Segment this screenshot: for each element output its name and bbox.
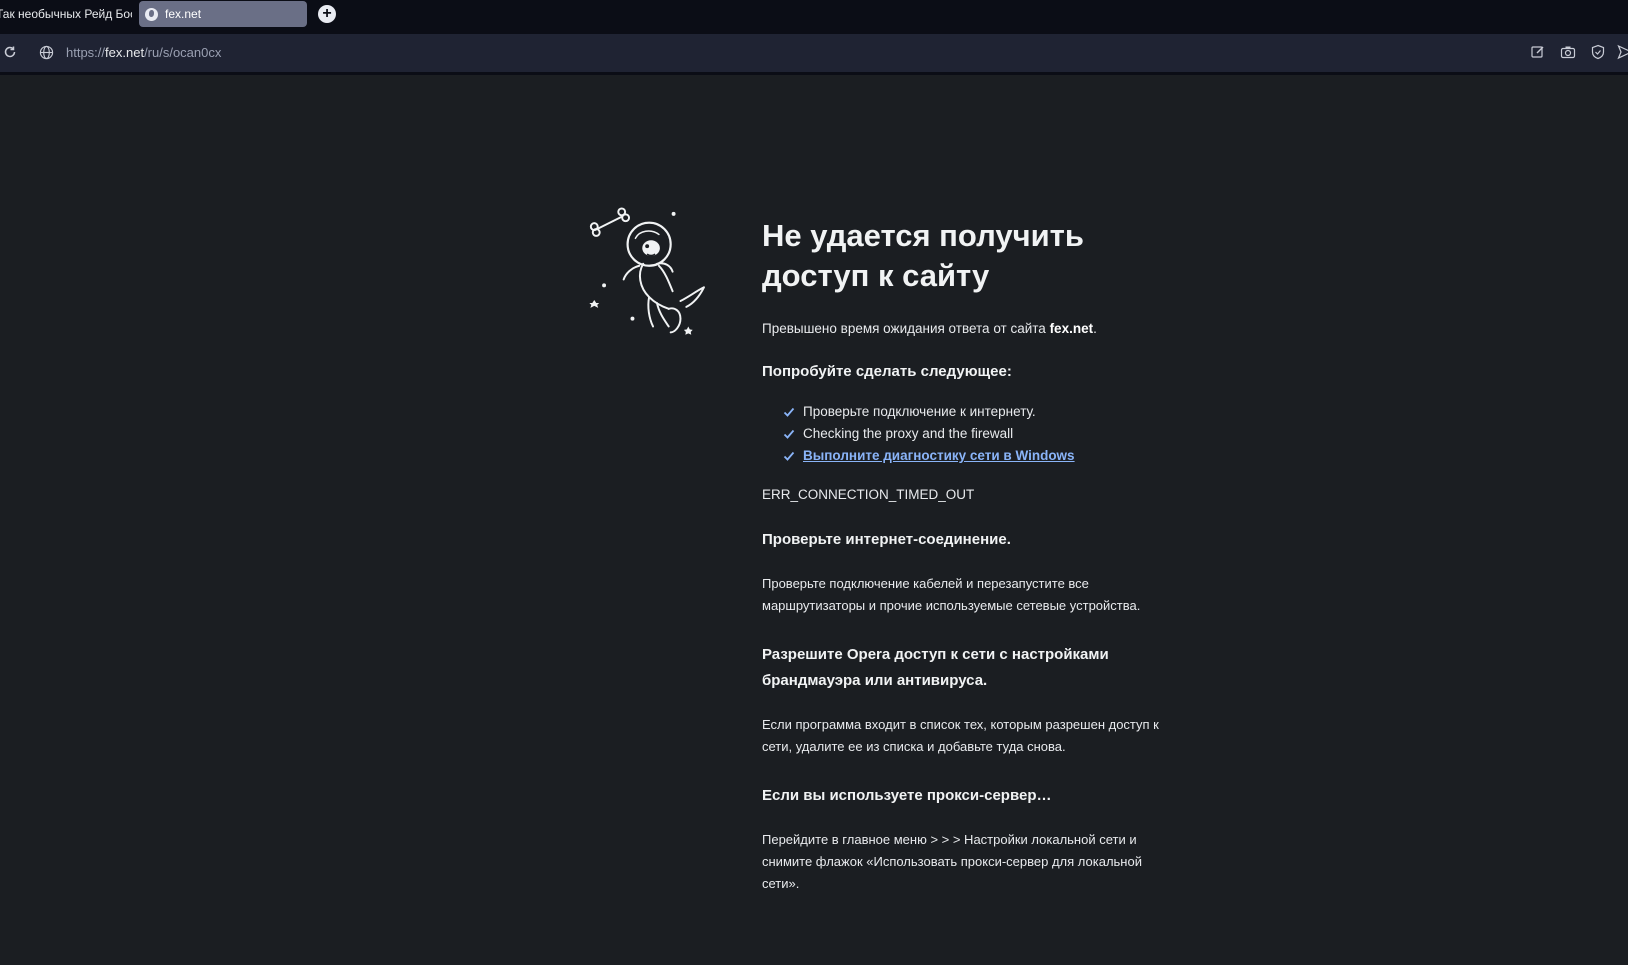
section-body: Перейдите в главное меню > > > Настройки… bbox=[762, 832, 1142, 891]
section-body: Проверьте подключение кабелей и перезапу… bbox=[762, 576, 1141, 613]
url-host: fex.net bbox=[105, 45, 145, 60]
list-item: Проверьте подключение к интернету. bbox=[783, 401, 1182, 423]
tab-label: fex.net bbox=[165, 7, 202, 21]
shield-icon[interactable] bbox=[1590, 44, 1608, 62]
tab-label: Так необычных Рейд Бос bbox=[0, 7, 132, 21]
url-field[interactable]: https://fex.net/ru/s/ocan0cx bbox=[66, 44, 221, 62]
tab-active[interactable]: fex.net bbox=[139, 1, 307, 27]
address-bar: https://fex.net/ru/s/ocan0cx bbox=[0, 34, 1628, 75]
error-summary: Превышено время ожидания ответа от сайта… bbox=[762, 321, 1097, 336]
list-item: Выполните диагностику сети в Windows bbox=[783, 445, 1182, 467]
astronaut-dog-illustration bbox=[589, 207, 705, 335]
error-host: fex.net bbox=[1049, 321, 1094, 336]
tab-strip: Так необычных Рейд Бос fex.net + bbox=[0, 0, 1628, 34]
checkmark-icon bbox=[783, 429, 795, 439]
send-icon[interactable] bbox=[1617, 44, 1628, 62]
url-path: /ru/s/ocan0cx bbox=[144, 45, 222, 60]
site-info-icon[interactable] bbox=[39, 45, 55, 61]
camera-icon[interactable] bbox=[1560, 44, 1578, 62]
section-heading: Если вы используете прокси-сервер… bbox=[762, 787, 1052, 804]
edit-icon[interactable] bbox=[1530, 44, 1548, 62]
new-tab-button[interactable]: + bbox=[318, 5, 336, 23]
error-content: Не удается получить доступ к сайту Превы… bbox=[762, 216, 1182, 895]
checkmark-icon bbox=[783, 407, 795, 417]
section-heading: Проверьте интернет-соединение. bbox=[762, 531, 1011, 548]
checkmark-icon bbox=[783, 451, 795, 461]
globe-favicon-icon bbox=[145, 7, 158, 21]
url-prefix: https:// bbox=[66, 45, 106, 60]
tab-inactive[interactable]: Так необычных Рейд Бос bbox=[0, 2, 132, 26]
network-diagnostics-link[interactable]: Выполните диагностику сети в Windows bbox=[803, 445, 1075, 467]
reload-icon[interactable] bbox=[3, 45, 19, 61]
bone-icon bbox=[589, 207, 631, 237]
error-title: Не удается получить доступ к сайту bbox=[762, 218, 1084, 293]
list-item: Checking the proxy and the firewall bbox=[783, 423, 1182, 445]
error-code: ERR_CONNECTION_TIMED_OUT bbox=[762, 487, 975, 502]
suggestions-list: Проверьте подключение к интернету. Check… bbox=[783, 401, 1182, 467]
suggestions-heading: Попробуйте сделать следующее: bbox=[762, 363, 1012, 380]
section-body: Если программа входит в список тех, кото… bbox=[762, 717, 1159, 754]
section-heading: Разрешите Opera доступ к сети с настройк… bbox=[762, 646, 1109, 689]
